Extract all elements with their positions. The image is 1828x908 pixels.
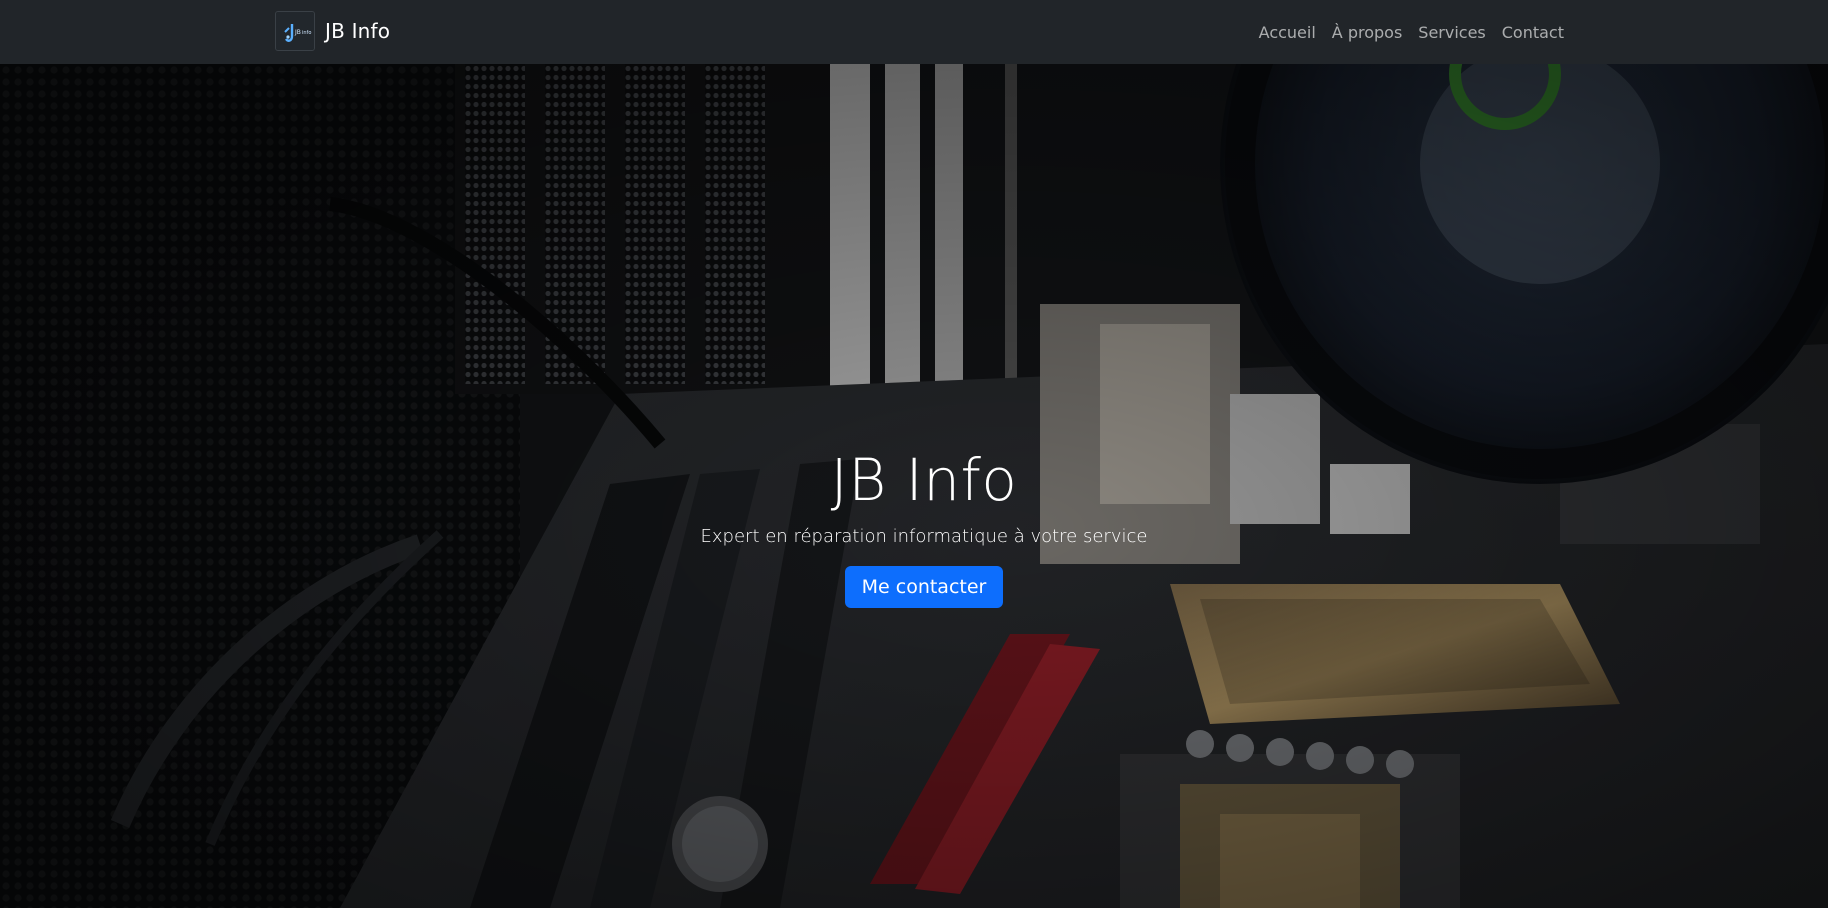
hero-title: JB Info: [830, 446, 1018, 514]
hero-content: JB Info Expert en réparation informatiqu…: [0, 444, 1828, 608]
nav-links: Accueil À propos Services Contact: [1259, 0, 1564, 64]
nav-link-accueil[interactable]: Accueil: [1259, 23, 1316, 42]
svg-text:info: info: [302, 30, 311, 36]
contact-button[interactable]: Me contacter: [844, 566, 1004, 608]
nav-link-a-propos[interactable]: À propos: [1332, 23, 1402, 42]
nav-link-services[interactable]: Services: [1418, 23, 1485, 42]
hero-subtitle: Expert en réparation informatique à votr…: [700, 526, 1148, 547]
nav-link-contact[interactable]: Contact: [1502, 23, 1564, 42]
brand-name: JB Info: [325, 19, 391, 43]
svg-text:JB: JB: [294, 29, 301, 36]
navbar: JB info JB Info Accueil À propos Service…: [0, 0, 1828, 64]
brand-link[interactable]: JB info JB Info: [275, 11, 390, 51]
brand-logo-icon: JB info: [275, 11, 315, 51]
hero-section: JB Info Expert en réparation informatiqu…: [0, 64, 1828, 908]
